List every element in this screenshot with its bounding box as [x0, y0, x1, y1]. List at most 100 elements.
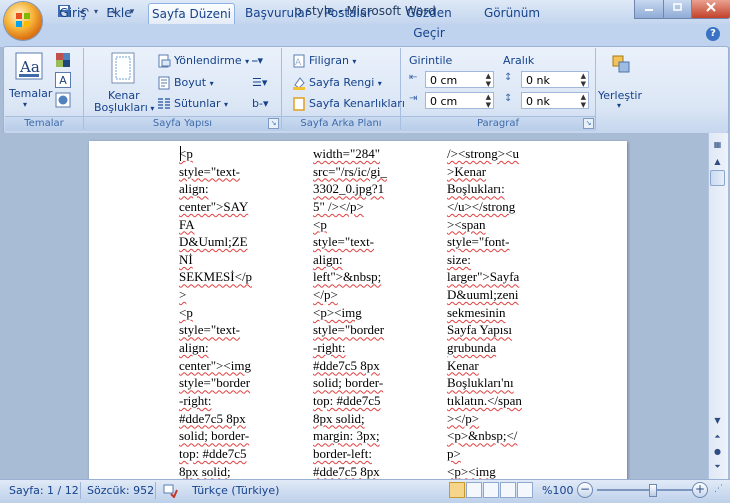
group-yerlestir: Yerleştir ▾ [596, 48, 646, 130]
tab-basvurular[interactable]: Başvurular [245, 3, 310, 23]
themes-dropdown-icon[interactable]: ▾ [23, 100, 27, 109]
tab-sayfa-duzeni[interactable]: Sayfa Düzeni [148, 3, 235, 24]
document-line: align: [179, 340, 209, 356]
indent-right-value: 0 cm [430, 95, 458, 108]
print-layout-view-icon[interactable] [449, 482, 465, 498]
page-size-icon [158, 76, 170, 90]
document-line: #dde7c5 8px [179, 410, 246, 426]
document-line: Boşlukları'nı [447, 375, 514, 391]
help-icon[interactable]: ? [706, 27, 720, 41]
web-layout-view-icon[interactable] [483, 482, 499, 498]
theme-fonts-icon[interactable]: A [55, 72, 71, 88]
next-page-icon[interactable]: ⏷ [710, 460, 725, 474]
orientation-icon [158, 54, 171, 68]
document-line: 3302_0.jpg?1 [313, 181, 385, 197]
spin-arrows-icon[interactable]: ▲ ▼ [581, 72, 586, 88]
theme-colors-icon[interactable] [55, 52, 71, 68]
document-line: width="284" [313, 146, 381, 161]
themes-icon[interactable]: Aa [15, 52, 43, 80]
office-button[interactable] [4, 2, 42, 40]
zoom-in-icon[interactable]: + [692, 482, 708, 498]
close-icon [706, 2, 716, 12]
line-numbers-icon[interactable]: ☰▾ [252, 75, 267, 90]
spin-arrows-icon[interactable]: ▲ ▼ [581, 93, 586, 109]
document-line: FA [179, 216, 195, 232]
page-color-button[interactable]: Sayfa Rengi [292, 75, 382, 91]
document-line: SEKMESİ</p [179, 269, 253, 285]
document-line: style="font- [447, 234, 510, 250]
paragraph-launcher-icon[interactable]: ↘ [583, 118, 594, 129]
zoom-out-icon[interactable]: − [577, 482, 593, 498]
zoom-slider-knob[interactable] [648, 484, 657, 497]
scroll-thumb[interactable] [710, 170, 725, 186]
page-setup-launcher-icon[interactable]: ↘ [268, 118, 279, 129]
tab-gorunum[interactable]: Görünüm [484, 3, 540, 23]
previous-page-icon[interactable]: ⏶ [710, 430, 725, 444]
maximize-button[interactable] [663, 0, 692, 19]
document-line: Sayfa Yapısı [447, 322, 513, 338]
scroll-up-icon[interactable]: ▲ [710, 155, 725, 169]
columns-icon [158, 98, 170, 109]
svg-text:Aa: Aa [19, 58, 40, 76]
columns-label: Sütunlar [174, 97, 221, 110]
hyphenation-icon[interactable]: b‐▾ [252, 96, 268, 111]
tab-giris[interactable]: Giriş [56, 3, 90, 23]
page-borders-button[interactable]: Sayfa Kenarlıkları [292, 96, 405, 111]
zoom-slider[interactable] [597, 489, 692, 491]
arrange-dropdown-icon[interactable]: ▾ [617, 101, 621, 110]
size-button[interactable]: Boyut [157, 75, 214, 91]
document-page[interactable]: <p style="text-align: center">SAY FA D&Uuml;… [89, 141, 627, 486]
minimize-icon [645, 9, 653, 11]
spin-arrows-icon[interactable]: ▲ ▼ [486, 93, 491, 109]
group-temalar: Aa Temalar ▾ A Temalar [5, 48, 84, 131]
document-line: solid; border- [313, 375, 384, 391]
document-line: > [179, 287, 187, 303]
document-line: #dde7c5 8px [313, 357, 380, 373]
minimize-button[interactable] [634, 0, 664, 19]
indent-right-input[interactable]: 0 cm ▲ ▼ [425, 92, 494, 109]
document-line: style="text- [313, 234, 375, 250]
word-count[interactable]: Sözcük: 952 [87, 484, 154, 497]
close-button[interactable] [691, 0, 730, 19]
size-label: Boyut [174, 76, 207, 89]
document-line: style="text- [179, 322, 241, 338]
orientation-button[interactable]: Yönlendirme [157, 53, 249, 69]
indent-left-input[interactable]: 0 cm ▲ ▼ [425, 71, 494, 88]
document-line: <p><img [447, 463, 496, 479]
draft-view-icon[interactable] [517, 482, 533, 498]
proofing-icon[interactable] [162, 482, 178, 499]
ruler-toggle-icon[interactable]: ▦ [710, 138, 725, 152]
document-line: </u></strong [447, 198, 516, 214]
spacing-after-input[interactable]: 0 nk ▲ ▼ [521, 92, 589, 109]
document-line: 8px solid; [179, 463, 231, 479]
language-status[interactable]: Türkçe (Türkiye) [192, 484, 279, 497]
breaks-icon[interactable]: ⎯▾ [252, 53, 263, 68]
spin-arrows-icon[interactable]: ▲ ▼ [486, 72, 491, 88]
margins-icon[interactable] [110, 52, 136, 84]
page-borders-label: Sayfa Kenarlıkları [309, 97, 405, 110]
document-line: 8px solid; [313, 410, 365, 426]
outline-view-icon[interactable] [500, 482, 516, 498]
spacing-header: Aralık [503, 54, 535, 67]
tab-postalar[interactable]: Postalar [321, 3, 375, 23]
document-line: ></p> [447, 410, 480, 426]
zoom-level[interactable]: %100 [542, 484, 573, 497]
arrange-icon[interactable] [611, 54, 631, 74]
theme-effects-icon[interactable] [55, 92, 71, 108]
browse-object-icon[interactable]: ● [710, 445, 725, 459]
page-count[interactable]: Sayfa: 1 / 12 [9, 484, 79, 497]
themes-button[interactable]: Temalar [9, 86, 52, 101]
scroll-down-icon[interactable]: ▼ [710, 414, 725, 428]
margins-button-line2[interactable]: Boşlukları [94, 100, 154, 116]
columns-button[interactable]: Sütunlar [157, 96, 228, 112]
document-line: center">SAY [179, 198, 249, 214]
full-screen-reading-view-icon[interactable] [466, 482, 482, 498]
document-line: <p [179, 146, 193, 161]
tab-ekle[interactable]: Ekle [103, 3, 135, 23]
watermark-button[interactable]: A Filigran [292, 53, 356, 69]
spacing-before-input[interactable]: 0 nk ▲ ▼ [521, 71, 589, 88]
document-line: align: [313, 251, 343, 267]
tab-gozden-gecir[interactable]: Gözden Geçir [389, 3, 469, 40]
watermark-label: Filigran [309, 54, 349, 67]
document-line: Kenar [447, 357, 479, 373]
